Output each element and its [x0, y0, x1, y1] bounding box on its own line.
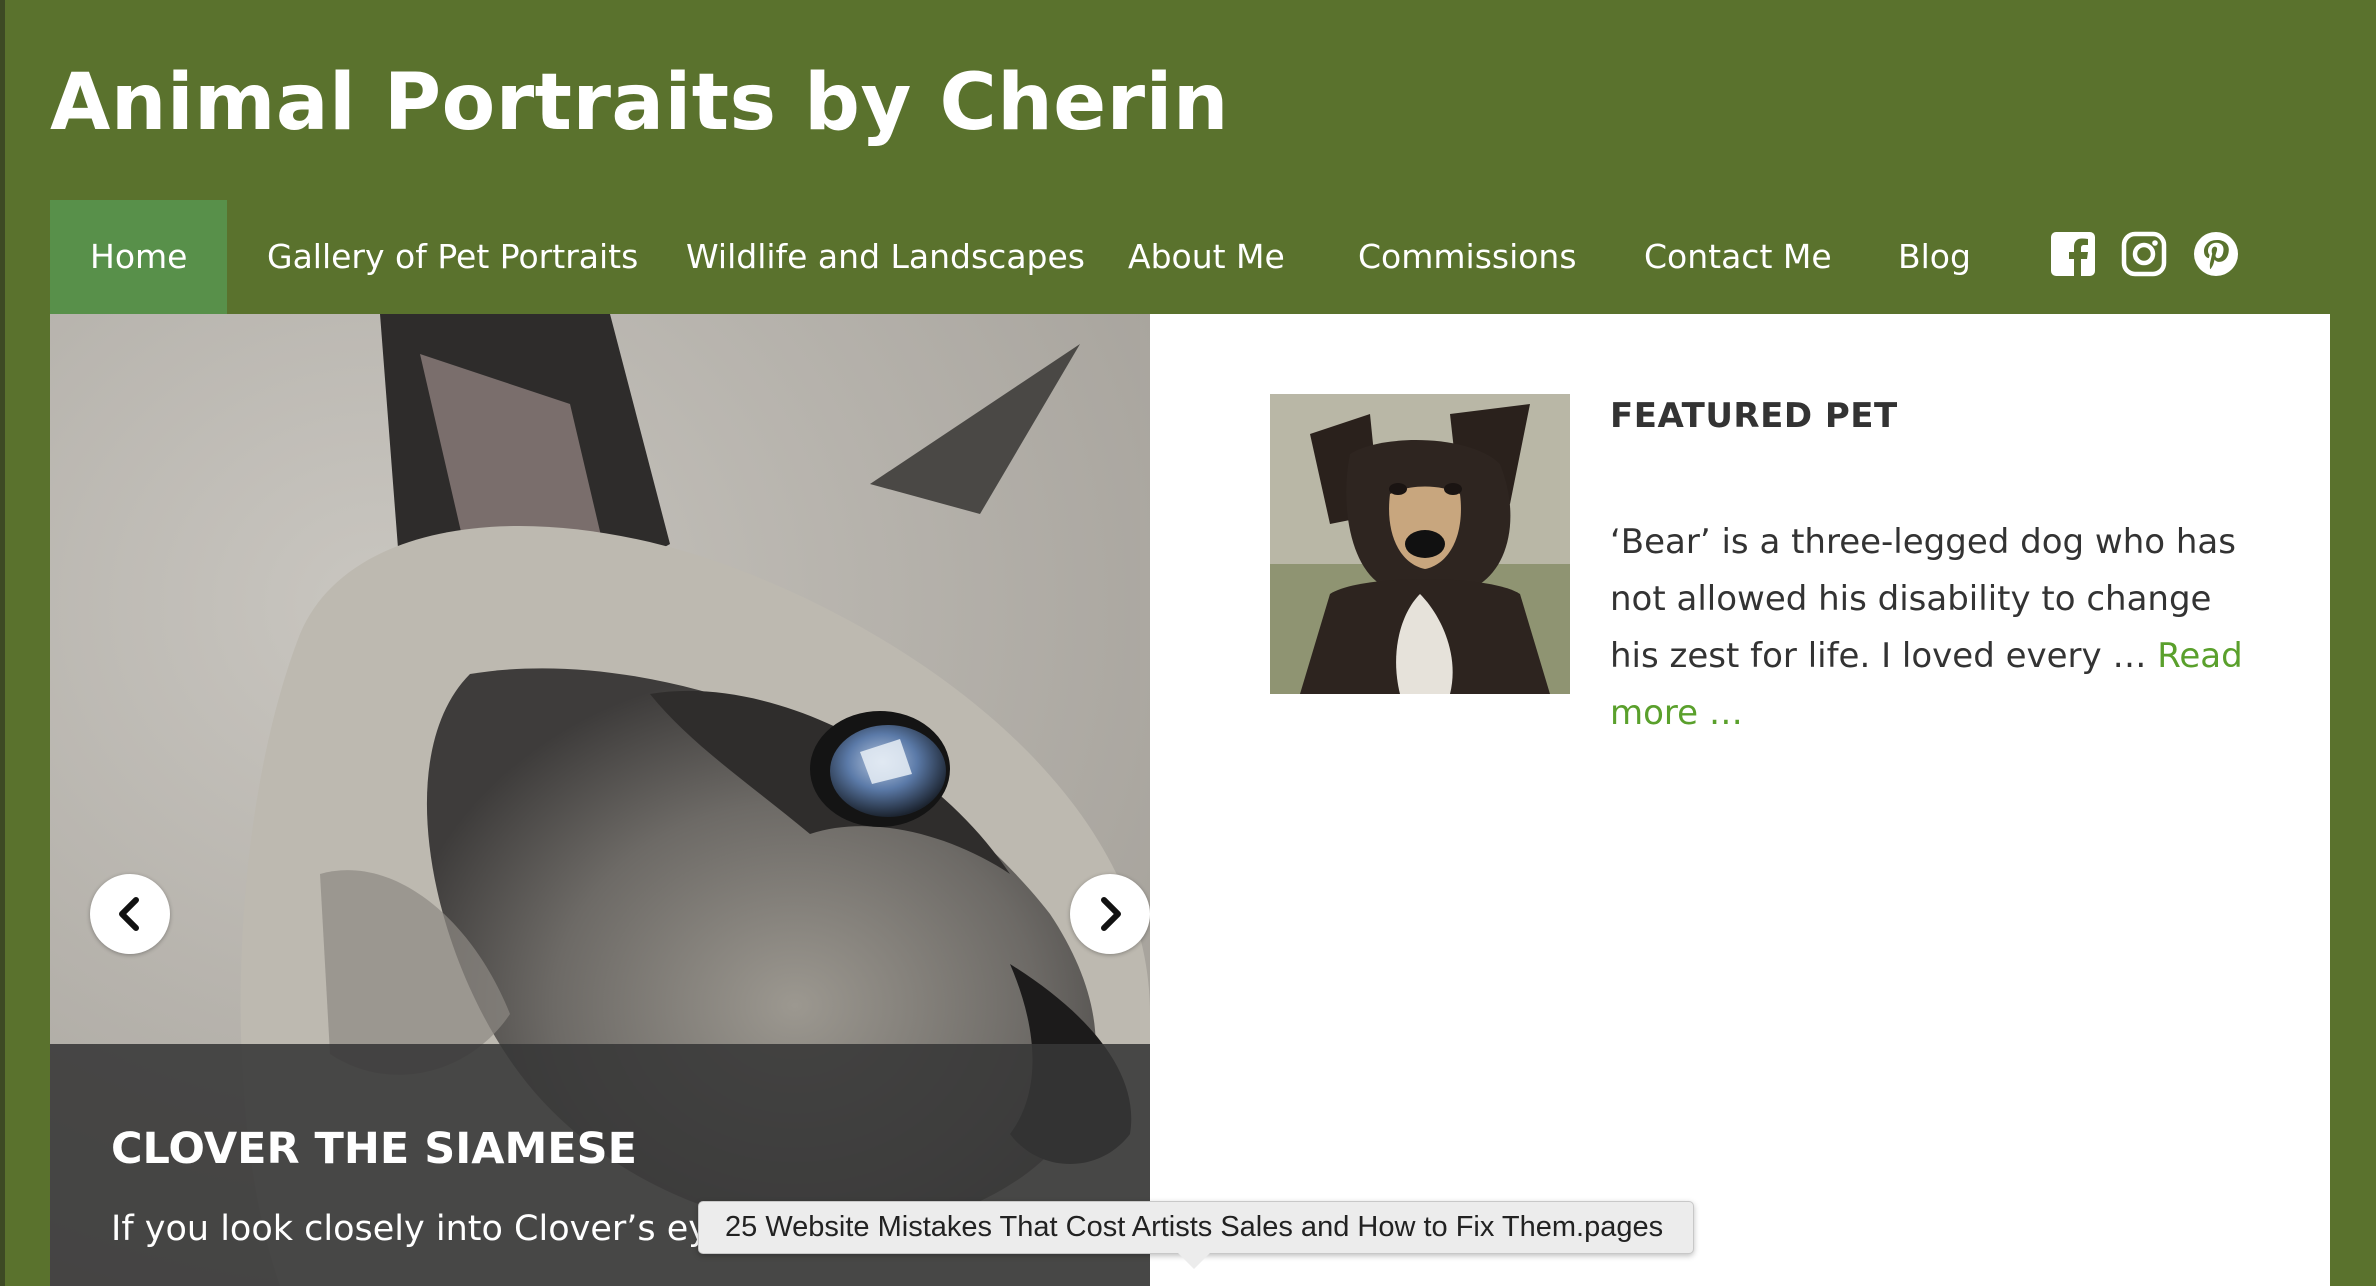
instagram-icon[interactable] [2120, 230, 2168, 278]
nav-item-commissions[interactable]: Commissions [1358, 200, 1577, 314]
pinterest-icon[interactable] [2192, 230, 2240, 278]
page-right-margin [2330, 0, 2376, 1286]
featured-pet-image[interactable] [1270, 394, 1570, 694]
nav-item-label: Gallery of Pet Portraits [267, 237, 639, 276]
nav-item-blog[interactable]: Blog [1898, 200, 1971, 314]
nav-item-label: Commissions [1358, 237, 1577, 276]
nav-item-label: Home [90, 237, 188, 276]
window-left-edge [0, 0, 5, 1286]
nav-item-contact[interactable]: Contact Me [1644, 200, 1832, 314]
featured-pet-heading: FEATURED PET [1610, 396, 1898, 436]
chevron-left-icon [119, 897, 139, 931]
slider-next-button[interactable] [1070, 874, 1150, 954]
nav-item-label: About Me [1128, 237, 1285, 276]
file-tooltip: 25 Website Mistakes That Cost Artists Sa… [698, 1201, 1694, 1254]
facebook-icon[interactable] [2049, 230, 2097, 278]
nav-item-gallery[interactable]: Gallery of Pet Portraits [267, 200, 638, 314]
nav-item-about[interactable]: About Me [1128, 200, 1285, 314]
slide-caption-text: If you look closely into Clover’s eye. [111, 1209, 742, 1249]
nav-item-label: Contact Me [1644, 237, 1832, 276]
nav-item-label: Blog [1898, 237, 1971, 276]
main-navigation: Home Gallery of Pet Portraits Wildlife a… [50, 200, 2330, 314]
page: Animal Portraits by Cherin Home Gallery … [0, 0, 2376, 1286]
nav-item-wildlife[interactable]: Wildlife and Landscapes [686, 200, 1085, 314]
tooltip-tail [1178, 1253, 1210, 1269]
featured-pet-section: FEATURED PET ‘Bear’ is a three-legged do… [1150, 314, 2330, 1286]
image-slider[interactable]: CLOVER THE SIAMESE If you look closely i… [50, 314, 1150, 1286]
slider-prev-button[interactable] [90, 874, 170, 954]
site-title[interactable]: Animal Portraits by Cherin [50, 58, 1229, 148]
nav-item-label: Wildlife and Landscapes [686, 237, 1085, 276]
slide-caption-title[interactable]: CLOVER THE SIAMESE [111, 1124, 637, 1174]
dog-portrait-image [1270, 394, 1570, 694]
nav-item-home[interactable]: Home [50, 200, 228, 314]
featured-pet-excerpt: ‘Bear’ is a three-legged dog who has not… [1610, 514, 2250, 742]
featured-pet-text: ‘Bear’ is a three-legged dog who has not… [1610, 522, 2236, 676]
chevron-right-icon [1101, 897, 1121, 931]
